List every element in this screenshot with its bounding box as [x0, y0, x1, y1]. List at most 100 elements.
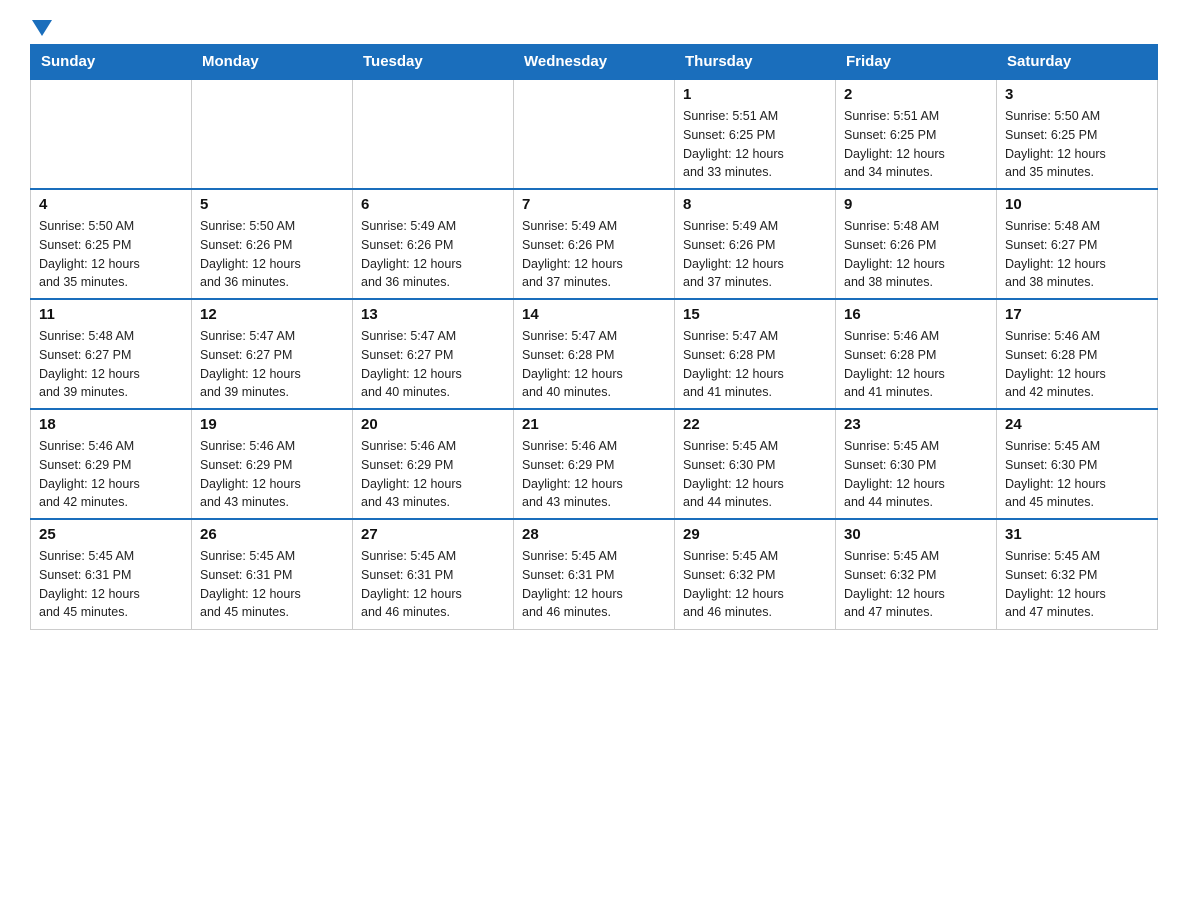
column-header-tuesday: Tuesday — [353, 45, 514, 80]
day-number: 27 — [361, 526, 505, 543]
day-number: 28 — [522, 526, 666, 543]
day-info: Sunrise: 5:45 AMSunset: 6:30 PMDaylight:… — [1005, 437, 1149, 512]
day-info: Sunrise: 5:46 AMSunset: 6:29 PMDaylight:… — [200, 437, 344, 512]
day-info: Sunrise: 5:46 AMSunset: 6:29 PMDaylight:… — [39, 437, 183, 512]
day-number: 16 — [844, 306, 988, 323]
calendar-day-cell: 20 Sunrise: 5:46 AMSunset: 6:29 PMDayligh… — [353, 409, 514, 519]
day-number: 17 — [1005, 306, 1149, 323]
day-number: 14 — [522, 306, 666, 323]
calendar-day-cell: 21 Sunrise: 5:46 AMSunset: 6:29 PMDayligh… — [514, 409, 675, 519]
day-info: Sunrise: 5:48 AMSunset: 6:26 PMDaylight:… — [844, 217, 988, 292]
column-header-thursday: Thursday — [675, 45, 836, 80]
calendar-day-cell: 13 Sunrise: 5:47 AMSunset: 6:27 PMDayligh… — [353, 299, 514, 409]
day-number: 23 — [844, 416, 988, 433]
column-header-friday: Friday — [836, 45, 997, 80]
day-number: 31 — [1005, 526, 1149, 543]
calendar-day-cell: 10 Sunrise: 5:48 AMSunset: 6:27 PMDayligh… — [997, 189, 1158, 299]
day-info: Sunrise: 5:45 AMSunset: 6:32 PMDaylight:… — [683, 547, 827, 622]
day-info: Sunrise: 5:45 AMSunset: 6:31 PMDaylight:… — [522, 547, 666, 622]
day-info: Sunrise: 5:47 AMSunset: 6:28 PMDaylight:… — [683, 327, 827, 402]
day-number: 9 — [844, 196, 988, 213]
calendar-day-cell: 6 Sunrise: 5:49 AMSunset: 6:26 PMDaylight… — [353, 189, 514, 299]
day-info: Sunrise: 5:49 AMSunset: 6:26 PMDaylight:… — [522, 217, 666, 292]
calendar-day-cell: 31 Sunrise: 5:45 AMSunset: 6:32 PMDayligh… — [997, 519, 1158, 629]
day-number: 6 — [361, 196, 505, 213]
column-header-sunday: Sunday — [31, 45, 192, 80]
calendar-day-cell: 11Sunrise: 5:48 AMSunset: 6:27 PMDayligh… — [31, 299, 192, 409]
calendar-week-row: 4Sunrise: 5:50 AMSunset: 6:25 PMDaylight… — [31, 189, 1158, 299]
day-info: Sunrise: 5:45 AMSunset: 6:30 PMDaylight:… — [683, 437, 827, 512]
day-info: Sunrise: 5:45 AMSunset: 6:31 PMDaylight:… — [361, 547, 505, 622]
empty-cell — [514, 79, 675, 189]
day-info: Sunrise: 5:50 AMSunset: 6:25 PMDaylight:… — [1005, 107, 1149, 182]
day-info: Sunrise: 5:48 AMSunset: 6:27 PMDaylight:… — [39, 327, 183, 402]
calendar-week-row: 11Sunrise: 5:48 AMSunset: 6:27 PMDayligh… — [31, 299, 1158, 409]
day-number: 21 — [522, 416, 666, 433]
day-number: 24 — [1005, 416, 1149, 433]
column-header-monday: Monday — [192, 45, 353, 80]
calendar-day-cell: 17 Sunrise: 5:46 AMSunset: 6:28 PMDayligh… — [997, 299, 1158, 409]
day-number: 29 — [683, 526, 827, 543]
day-info: Sunrise: 5:45 AMSunset: 6:32 PMDaylight:… — [1005, 547, 1149, 622]
calendar-day-cell: 3 Sunrise: 5:50 AMSunset: 6:25 PMDaylight… — [997, 79, 1158, 189]
empty-cell — [192, 79, 353, 189]
day-info: Sunrise: 5:50 AMSunset: 6:25 PMDaylight:… — [39, 217, 183, 292]
calendar-day-cell: 1 Sunrise: 5:51 AMSunset: 6:25 PMDaylight… — [675, 79, 836, 189]
day-number: 2 — [844, 86, 988, 103]
empty-cell — [31, 79, 192, 189]
calendar-day-cell: 4Sunrise: 5:50 AMSunset: 6:25 PMDaylight… — [31, 189, 192, 299]
page-header — [30, 20, 1158, 34]
calendar-day-cell: 9 Sunrise: 5:48 AMSunset: 6:26 PMDaylight… — [836, 189, 997, 299]
day-info: Sunrise: 5:45 AMSunset: 6:31 PMDaylight:… — [200, 547, 344, 622]
day-number: 13 — [361, 306, 505, 323]
day-info: Sunrise: 5:51 AMSunset: 6:25 PMDaylight:… — [683, 107, 827, 182]
day-info: Sunrise: 5:49 AMSunset: 6:26 PMDaylight:… — [361, 217, 505, 292]
empty-cell — [353, 79, 514, 189]
day-number: 5 — [200, 196, 344, 213]
day-info: Sunrise: 5:45 AMSunset: 6:31 PMDaylight:… — [39, 547, 183, 622]
column-header-saturday: Saturday — [997, 45, 1158, 80]
calendar-day-cell: 14 Sunrise: 5:47 AMSunset: 6:28 PMDayligh… — [514, 299, 675, 409]
day-info: Sunrise: 5:48 AMSunset: 6:27 PMDaylight:… — [1005, 217, 1149, 292]
calendar-day-cell: 27 Sunrise: 5:45 AMSunset: 6:31 PMDayligh… — [353, 519, 514, 629]
calendar-day-cell: 2Sunrise: 5:51 AMSunset: 6:25 PMDaylight… — [836, 79, 997, 189]
day-number: 30 — [844, 526, 988, 543]
calendar-day-cell: 19 Sunrise: 5:46 AMSunset: 6:29 PMDayligh… — [192, 409, 353, 519]
column-header-wednesday: Wednesday — [514, 45, 675, 80]
calendar-day-cell: 7 Sunrise: 5:49 AMSunset: 6:26 PMDaylight… — [514, 189, 675, 299]
day-number: 26 — [200, 526, 344, 543]
day-number: 18 — [39, 416, 183, 433]
logo-triangle-icon — [32, 20, 52, 36]
calendar-day-cell: 12 Sunrise: 5:47 AMSunset: 6:27 PMDayligh… — [192, 299, 353, 409]
day-info: Sunrise: 5:47 AMSunset: 6:28 PMDaylight:… — [522, 327, 666, 402]
day-info: Sunrise: 5:46 AMSunset: 6:29 PMDaylight:… — [361, 437, 505, 512]
calendar-day-cell: 18 Sunrise: 5:46 AMSunset: 6:29 PMDayligh… — [31, 409, 192, 519]
day-number: 10 — [1005, 196, 1149, 213]
calendar-day-cell: 28 Sunrise: 5:45 AMSunset: 6:31 PMDayligh… — [514, 519, 675, 629]
day-info: Sunrise: 5:49 AMSunset: 6:26 PMDaylight:… — [683, 217, 827, 292]
day-info: Sunrise: 5:46 AMSunset: 6:28 PMDaylight:… — [844, 327, 988, 402]
day-number: 20 — [361, 416, 505, 433]
day-number: 19 — [200, 416, 344, 433]
day-number: 25 — [39, 526, 183, 543]
day-info: Sunrise: 5:47 AMSunset: 6:27 PMDaylight:… — [361, 327, 505, 402]
calendar-week-row: 25 Sunrise: 5:45 AMSunset: 6:31 PMDayligh… — [31, 519, 1158, 629]
day-number: 22 — [683, 416, 827, 433]
day-info: Sunrise: 5:46 AMSunset: 6:29 PMDaylight:… — [522, 437, 666, 512]
day-number: 15 — [683, 306, 827, 323]
calendar-day-cell: 29 Sunrise: 5:45 AMSunset: 6:32 PMDayligh… — [675, 519, 836, 629]
day-number: 3 — [1005, 86, 1149, 103]
day-info: Sunrise: 5:45 AMSunset: 6:32 PMDaylight:… — [844, 547, 988, 622]
day-number: 8 — [683, 196, 827, 213]
calendar-day-cell: 30 Sunrise: 5:45 AMSunset: 6:32 PMDayligh… — [836, 519, 997, 629]
calendar-week-row: 18 Sunrise: 5:46 AMSunset: 6:29 PMDayligh… — [31, 409, 1158, 519]
calendar-day-cell: 25 Sunrise: 5:45 AMSunset: 6:31 PMDayligh… — [31, 519, 192, 629]
day-info: Sunrise: 5:45 AMSunset: 6:30 PMDaylight:… — [844, 437, 988, 512]
logo — [30, 20, 52, 34]
day-number: 7 — [522, 196, 666, 213]
day-number: 12 — [200, 306, 344, 323]
day-info: Sunrise: 5:46 AMSunset: 6:28 PMDaylight:… — [1005, 327, 1149, 402]
calendar-header-row: SundayMondayTuesdayWednesdayThursdayFrid… — [31, 45, 1158, 80]
day-number: 1 — [683, 86, 827, 103]
day-info: Sunrise: 5:47 AMSunset: 6:27 PMDaylight:… — [200, 327, 344, 402]
